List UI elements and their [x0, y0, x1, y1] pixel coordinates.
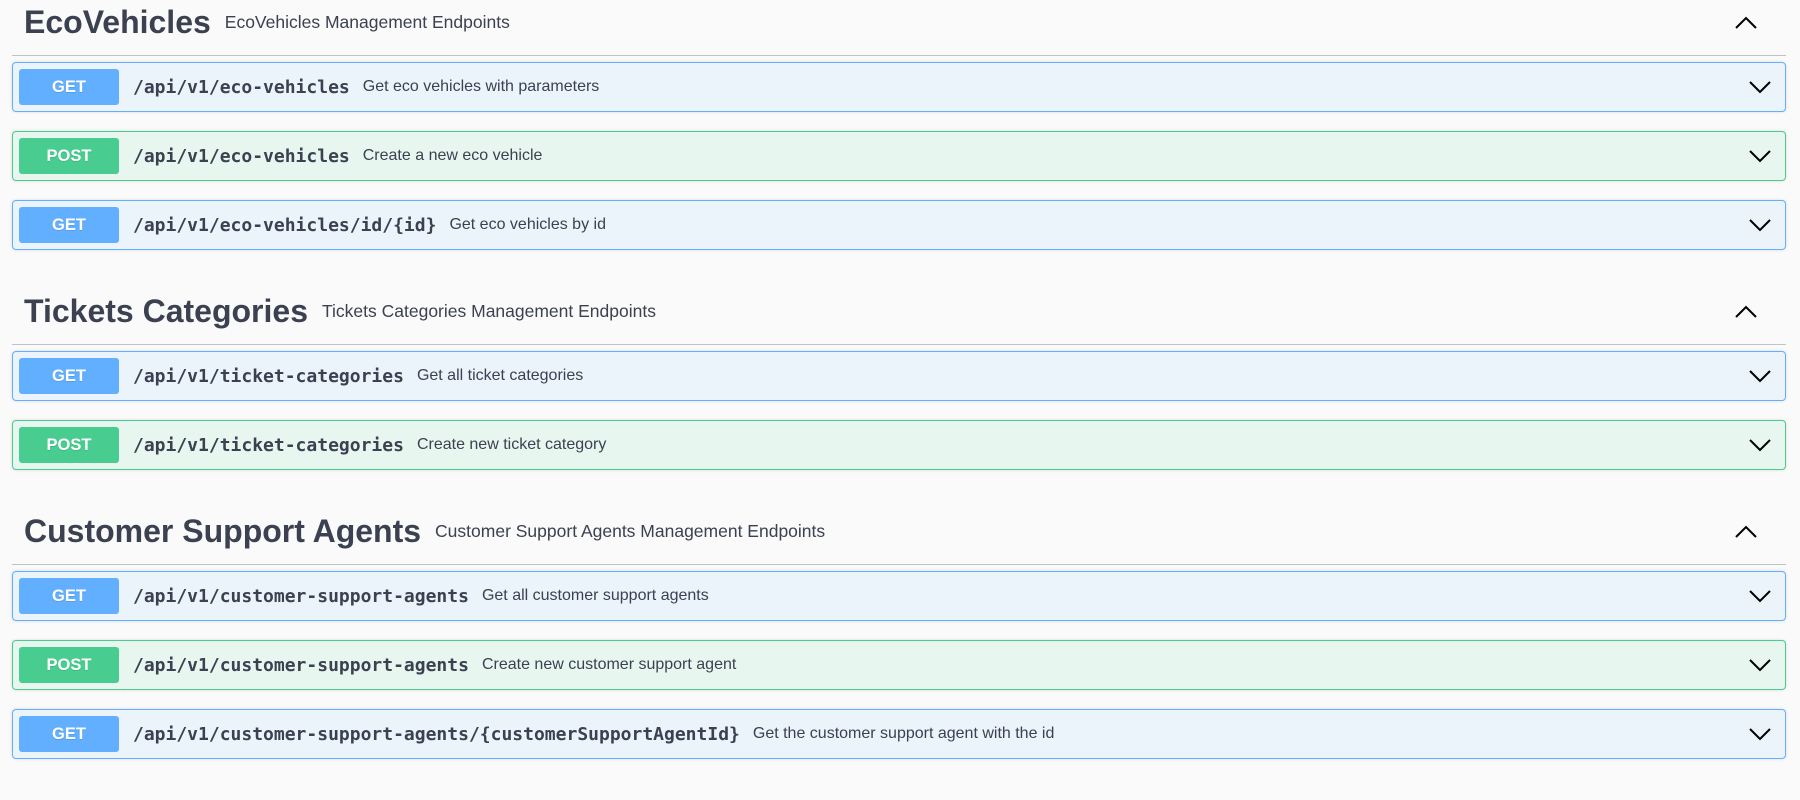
- method-badge[interactable]: POST: [19, 427, 119, 463]
- method-badge[interactable]: POST: [19, 647, 119, 683]
- operation-get-customer-support-agent-by-id[interactable]: GET /api/v1/customer-support-agents/{cus…: [12, 709, 1786, 759]
- tag-title: EcoVehicles: [24, 4, 211, 40]
- method-badge[interactable]: GET: [19, 716, 119, 752]
- tag-header-tickets-categories[interactable]: Tickets Categories Tickets Categories Ma…: [12, 269, 1786, 345]
- tag-description: Customer Support Agents Management Endpo…: [435, 521, 826, 541]
- operation-post-customer-support-agents[interactable]: POST /api/v1/customer-support-agents Cre…: [12, 640, 1786, 690]
- operation-path[interactable]: /api/v1/customer-support-agents/{custome…: [133, 724, 740, 745]
- tag-title: Customer Support Agents: [24, 513, 422, 549]
- operation-path[interactable]: /api/v1/eco-vehicles/id/{id}: [133, 215, 436, 236]
- tag-section-customer-support-agents: Customer Support Agents Customer Support…: [0, 489, 1800, 759]
- tag-header-ecovehicles[interactable]: EcoVehicles EcoVehicles Management Endpo…: [12, 0, 1786, 56]
- operation-get-customer-support-agents[interactable]: GET /api/v1/customer-support-agents Get …: [12, 571, 1786, 621]
- tag-section-tickets-categories: Tickets Categories Tickets Categories Ma…: [0, 269, 1800, 470]
- tag-title: Tickets Categories: [24, 293, 308, 329]
- operation-path[interactable]: /api/v1/ticket-categories: [133, 366, 404, 387]
- operation-post-eco-vehicles[interactable]: POST /api/v1/eco-vehicles Create a new e…: [12, 131, 1786, 181]
- operation-get-eco-vehicles[interactable]: GET /api/v1/eco-vehicles Get eco vehicle…: [12, 62, 1786, 112]
- operation-post-ticket-categories[interactable]: POST /api/v1/ticket-categories Create ne…: [12, 420, 1786, 470]
- chevron-down-icon[interactable]: [1742, 138, 1778, 174]
- tag-description: Tickets Categories Management Endpoints: [321, 301, 656, 321]
- tag-header-customer-support-agents[interactable]: Customer Support Agents Customer Support…: [12, 489, 1786, 565]
- chevron-down-icon[interactable]: [1742, 427, 1778, 463]
- tag-description: EcoVehicles Management Endpoints: [224, 12, 510, 32]
- operation-summary[interactable]: Get all ticket categories: [417, 367, 1742, 385]
- method-badge[interactable]: GET: [19, 358, 119, 394]
- operation-path[interactable]: /api/v1/customer-support-agents: [133, 655, 469, 676]
- api-docs-page: EcoVehicles EcoVehicles Management Endpo…: [0, 0, 1800, 800]
- operation-summary[interactable]: Get all customer support agents: [482, 587, 1742, 605]
- operation-summary[interactable]: Create new ticket category: [417, 436, 1742, 454]
- chevron-up-icon[interactable]: [1726, 292, 1766, 332]
- operation-path[interactable]: /api/v1/customer-support-agents: [133, 586, 469, 607]
- tag-section-ecovehicles: EcoVehicles EcoVehicles Management Endpo…: [0, 0, 1800, 250]
- operation-summary[interactable]: Get the customer support agent with the …: [753, 725, 1742, 743]
- chevron-down-icon[interactable]: [1742, 69, 1778, 105]
- operation-path[interactable]: /api/v1/eco-vehicles: [133, 146, 350, 167]
- chevron-up-icon[interactable]: [1726, 3, 1766, 43]
- method-badge[interactable]: POST: [19, 138, 119, 174]
- chevron-down-icon[interactable]: [1742, 647, 1778, 683]
- operation-path[interactable]: /api/v1/eco-vehicles: [133, 77, 350, 98]
- operation-path[interactable]: /api/v1/ticket-categories: [133, 435, 404, 456]
- operation-summary[interactable]: Create new customer support agent: [482, 656, 1742, 674]
- method-badge[interactable]: GET: [19, 578, 119, 614]
- operation-summary[interactable]: Get eco vehicles by id: [449, 216, 1742, 234]
- operation-get-eco-vehicle-by-id[interactable]: GET /api/v1/eco-vehicles/id/{id} Get eco…: [12, 200, 1786, 250]
- chevron-up-icon[interactable]: [1726, 512, 1766, 552]
- operation-summary[interactable]: Create a new eco vehicle: [363, 147, 1742, 165]
- chevron-down-icon[interactable]: [1742, 578, 1778, 614]
- method-badge[interactable]: GET: [19, 207, 119, 243]
- chevron-down-icon[interactable]: [1742, 716, 1778, 752]
- operation-summary[interactable]: Get eco vehicles with parameters: [363, 78, 1742, 96]
- operation-get-ticket-categories[interactable]: GET /api/v1/ticket-categories Get all ti…: [12, 351, 1786, 401]
- chevron-down-icon[interactable]: [1742, 358, 1778, 394]
- method-badge[interactable]: GET: [19, 69, 119, 105]
- chevron-down-icon[interactable]: [1742, 207, 1778, 243]
